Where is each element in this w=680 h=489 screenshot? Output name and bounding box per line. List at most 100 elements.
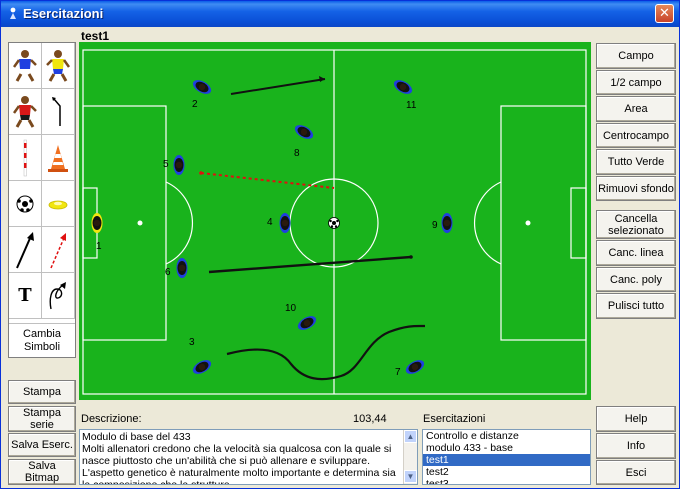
freehand-tool[interactable]	[42, 273, 75, 319]
text-tool[interactable]: T	[9, 273, 42, 319]
description-scrollbar[interactable]: ▲ ▼	[403, 430, 417, 484]
exercises-label: Esercitazioni	[423, 413, 486, 425]
main-window: Esercitazioni ✕ test1 T Cambia Simboli S…	[0, 0, 680, 489]
right-penalty-spot	[525, 220, 531, 226]
turn-arrow-icon	[52, 96, 61, 126]
exercise-title: test1	[81, 29, 110, 43]
help-button[interactable]: Help	[596, 406, 676, 432]
player-number-label: 6	[165, 267, 171, 278]
cone-icon	[48, 144, 68, 172]
pole-tool[interactable]	[9, 135, 42, 181]
exit-button[interactable]: Esci	[596, 460, 676, 485]
player-red-icon	[13, 95, 37, 128]
print-series-label: Stampa serie	[23, 407, 61, 431]
print-button[interactable]: Stampa	[8, 380, 76, 404]
ball-icon	[16, 195, 34, 212]
delete-selected-button[interactable]: Cancella selezionato	[596, 210, 676, 239]
pitch-svg[interactable]: 1 2 3 4 5 6 7 8 9 10 11	[79, 42, 591, 400]
description-text[interactable]: Modulo di base del 433 Molti allenatori …	[82, 431, 402, 484]
save-exercise-label: Salva Eserc.	[11, 439, 73, 451]
app-icon	[10, 7, 16, 19]
exercise-list-item[interactable]: test3	[423, 478, 590, 484]
player-1[interactable]	[91, 213, 103, 233]
marker-disc-tool[interactable]	[42, 181, 75, 227]
description-textarea[interactable]: Modulo di base del 433 Molti allenatori …	[79, 429, 418, 485]
save-bitmap-button[interactable]: Salva Bitmap	[8, 459, 76, 485]
exercise-list-item[interactable]: test2	[423, 466, 590, 478]
delete-line-label: Canc. linea	[608, 247, 664, 259]
marker-disc-icon	[48, 200, 68, 209]
info-label: Info	[626, 440, 646, 452]
pitch-canvas[interactable]: 1 2 3 4 5 6 7 8 9 10 11	[79, 42, 591, 400]
half-field-button[interactable]: 1/2 campo	[596, 70, 676, 95]
curved-path-tool[interactable]	[42, 89, 75, 135]
loop-arrow-icon	[49, 281, 66, 309]
player-4[interactable]	[279, 213, 291, 233]
delete-line-button[interactable]: Canc. linea	[596, 240, 676, 266]
clear-all-button[interactable]: Pulisci tutto	[596, 293, 676, 319]
player-yellow-tool[interactable]	[42, 43, 75, 89]
exercise-list-item[interactable]: test1	[423, 454, 590, 466]
clear-all-label: Pulisci tutto	[607, 300, 665, 312]
player-red-tool[interactable]	[9, 89, 42, 135]
change-symbols-button[interactable]: Cambia Simboli	[9, 323, 75, 357]
player-number-label: 10	[285, 303, 297, 314]
scroll-up-icon[interactable]: ▲	[404, 430, 417, 443]
left-penalty-spot	[137, 220, 143, 226]
player-number-label: 1	[96, 241, 102, 252]
dashed-arrow-icon	[50, 232, 66, 268]
info-button[interactable]: Info	[596, 433, 676, 459]
ball[interactable]	[328, 217, 340, 229]
exercise-list-item[interactable]: modulo 433 - base	[423, 442, 590, 454]
player-9[interactable]	[441, 213, 453, 233]
solid-arrow-icon	[16, 231, 34, 268]
all-green-button[interactable]: Tutto Verde	[596, 149, 676, 175]
scroll-down-icon[interactable]: ▼	[404, 470, 417, 483]
half-field-label: 1/2 campo	[610, 76, 662, 89]
player-yellow-icon	[46, 49, 70, 82]
exercises-list[interactable]: Controllo e distanze modulo 433 - base tes…	[422, 429, 591, 485]
player-number-label: 3	[189, 337, 195, 348]
pole-icon	[23, 139, 27, 176]
player-number-label: 4	[267, 217, 273, 228]
player-number-label: 11	[406, 100, 417, 111]
midfield-label: Centrocampo	[602, 129, 670, 142]
all-green-label: Tutto Verde	[607, 156, 665, 168]
save-bitmap-label: Salva Bitmap	[24, 460, 60, 484]
player-5[interactable]	[173, 155, 185, 175]
ball-tool[interactable]	[9, 181, 42, 227]
help-label: Help	[624, 413, 648, 425]
close-button[interactable]: ✕	[655, 4, 674, 23]
player-number-label: 8	[294, 148, 300, 159]
player-number-label: 2	[192, 99, 198, 110]
player-blue-tool[interactable]	[9, 43, 42, 89]
delete-selected-label: Cancella selezionato	[608, 212, 664, 237]
remove-background-button[interactable]: Rimuovi sfondo	[596, 176, 676, 201]
description-label: Descrizione:	[81, 413, 142, 425]
arrow-solid-tool[interactable]	[9, 227, 42, 273]
cone-tool[interactable]	[42, 135, 75, 181]
title-bar: Esercitazioni ✕	[1, 1, 679, 27]
arrow-dashed-tool[interactable]	[42, 227, 75, 273]
player-6[interactable]	[176, 258, 188, 278]
print-label: Stampa	[23, 386, 61, 398]
run-line-6-end	[409, 255, 413, 259]
delete-poly-label: Canc. poly	[610, 273, 662, 286]
player-number-label: 5	[163, 159, 169, 170]
midfield-button[interactable]: Centrocampo	[596, 123, 676, 148]
window-title: Esercitazioni	[23, 6, 104, 21]
field-button[interactable]: Campo	[596, 43, 676, 69]
player-number-label: 7	[395, 367, 401, 378]
exercise-list-item[interactable]: Controllo e distanze	[423, 430, 590, 442]
remove-background-label: Rimuovi sfondo	[598, 182, 674, 195]
print-series-button[interactable]: Stampa serie	[8, 406, 76, 432]
symbol-palette: T Cambia Simboli	[8, 42, 76, 358]
delete-poly-button[interactable]: Canc. poly	[596, 267, 676, 292]
save-exercise-button[interactable]: Salva Eserc.	[8, 433, 76, 457]
area-button[interactable]: Area	[596, 96, 676, 122]
player-blue-icon	[13, 49, 37, 82]
player-number-label: 9	[432, 220, 438, 231]
description-value: 103,44	[353, 413, 387, 425]
field-label: Campo	[618, 50, 654, 62]
change-symbols-label: Cambia Simboli	[23, 328, 61, 353]
